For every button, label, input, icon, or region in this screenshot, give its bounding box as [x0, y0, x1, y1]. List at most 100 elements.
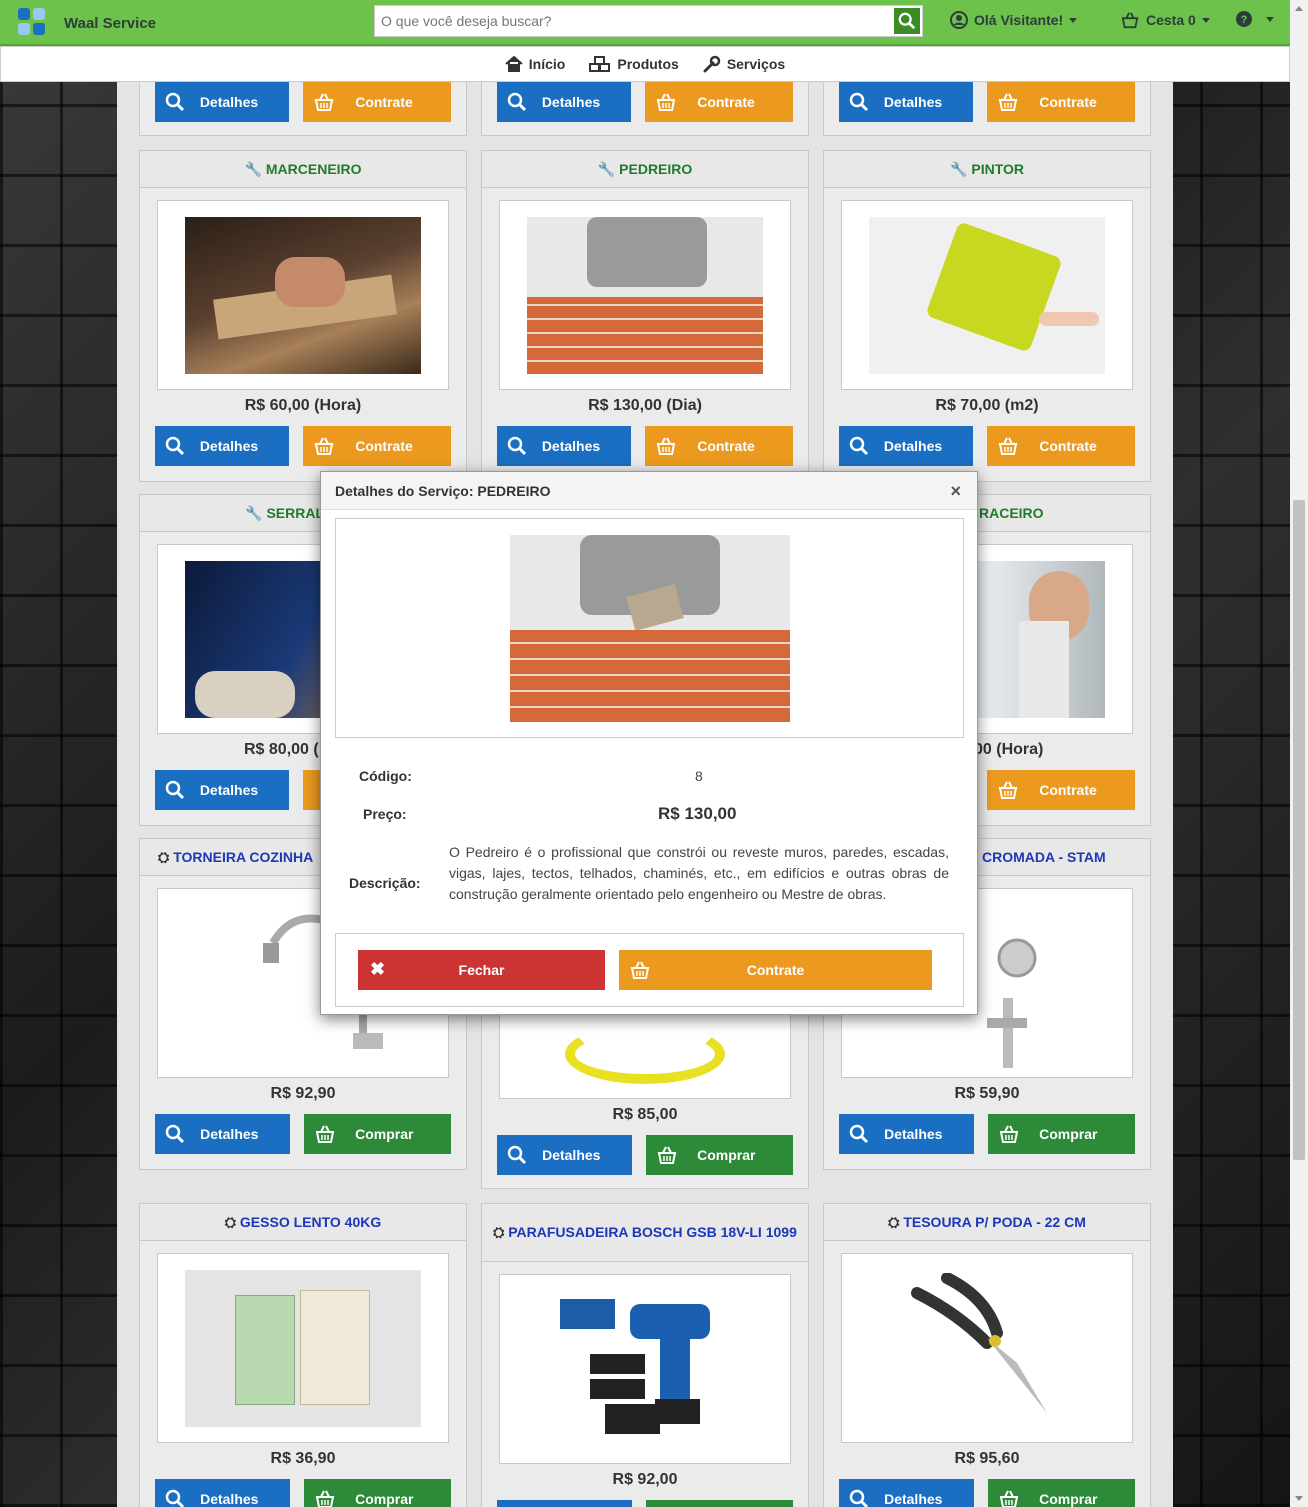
basket-icon: [314, 1124, 336, 1147]
service-card-pedreiro: 🔧 PEDREIRO R$ 130,00 (Dia) Detalhes Contr…: [481, 150, 809, 482]
wrench-icon: 🔧: [244, 160, 262, 177]
menu-products[interactable]: Produtos: [589, 56, 679, 72]
price: R$ 70,00 (m2): [935, 397, 1039, 414]
service-details-modal: Detalhes do Serviço: PEDREIRO × Código: …: [320, 471, 978, 1015]
search-box: [374, 5, 923, 37]
details-button[interactable]: Detalhes: [155, 1479, 290, 1507]
details-button[interactable]: Detalhes: [155, 1114, 290, 1154]
search-button[interactable]: [894, 8, 920, 34]
details-button[interactable]: Detalhes: [839, 1479, 974, 1507]
buy-button[interactable]: Comprar: [303, 1114, 451, 1154]
price-value: R$ 130,00: [658, 804, 737, 823]
details-button[interactable]: Detalhes: [497, 426, 631, 466]
service-image[interactable]: [841, 200, 1133, 390]
buy-button[interactable]: Comprar: [987, 1479, 1135, 1507]
brand[interactable]: Waal Service: [18, 8, 156, 38]
menu-services[interactable]: Serviços: [703, 55, 785, 73]
card-title[interactable]: 🔧 MARCENEIRO: [140, 151, 466, 188]
hire-button[interactable]: Contrate: [303, 426, 451, 466]
search-icon: [165, 436, 185, 459]
user-circle-icon: [950, 11, 968, 29]
details-button[interactable]: Detalhes: [155, 426, 289, 466]
basket-icon: [656, 1145, 678, 1168]
details-button[interactable]: Detalhes: [155, 770, 289, 810]
details-button[interactable]: Detalhes: [839, 82, 973, 122]
product-image[interactable]: [157, 1253, 449, 1443]
chevron-down-icon: [1201, 17, 1210, 23]
main-menu: Início Produtos Serviços: [0, 46, 1290, 82]
buy-button[interactable]: Comprar: [303, 1479, 451, 1507]
close-button[interactable]: ✖ Fechar: [358, 950, 605, 990]
chevron-down-icon: [1069, 17, 1078, 23]
hire-button[interactable]: Contrate: [645, 82, 793, 122]
details-button[interactable]: Detalhes: [497, 82, 631, 122]
search-icon: [507, 92, 527, 115]
question-circle-icon: ?: [1236, 11, 1252, 27]
scroll-up-arrow-icon[interactable]: [1295, 6, 1303, 11]
product-card-tesoura: ⛭ TESOURA P/ PODA - 22 CM R$ 95,60 Detalh…: [823, 1203, 1151, 1507]
scroll-down-arrow-icon[interactable]: [1295, 1496, 1303, 1501]
basket-icon: [629, 960, 651, 983]
user-menu[interactable]: Olá Visitante!: [950, 11, 1078, 29]
hire-button[interactable]: Contrate: [645, 426, 793, 466]
product-image[interactable]: [841, 1253, 1133, 1443]
hire-button[interactable]: Contrate: [619, 950, 932, 990]
basket-icon: [314, 1489, 336, 1507]
modal-footer: ✖ Fechar Contrate: [335, 933, 964, 1007]
cart-menu[interactable]: Cesta 0: [1120, 11, 1210, 29]
times-icon: ✖: [370, 959, 386, 979]
card-title[interactable]: 🔧 PINTOR: [824, 151, 1150, 188]
basket-icon: [313, 92, 335, 115]
modal-image-box: [335, 518, 964, 738]
pruner-image: [911, 1273, 1047, 1413]
menu-home[interactable]: Início: [505, 56, 565, 72]
scrollbar[interactable]: [1290, 0, 1308, 1507]
top-navbar: Waal Service Olá Visitante! Cesta 0 ?: [0, 0, 1290, 46]
service-card-marceneiro: 🔧 MARCENEIRO R$ 60,00 (Hora) Detalhes Con…: [139, 150, 467, 482]
search-icon: [898, 12, 916, 30]
buy-button[interactable]: [645, 1500, 793, 1507]
details-button[interactable]: Detalhes: [839, 1114, 974, 1154]
price: R$ 36,90: [270, 1450, 336, 1467]
hire-button[interactable]: Contrate: [987, 82, 1135, 122]
search-input[interactable]: [375, 6, 890, 36]
card-title[interactable]: ⛭ TESOURA P/ PODA - 22 CM: [824, 1204, 1150, 1241]
scroll-thumb[interactable]: [1293, 500, 1305, 1160]
code-value: 8: [695, 768, 703, 784]
card-title[interactable]: 🔧 PEDREIRO: [482, 151, 808, 188]
card-title[interactable]: ⛭ PARAFUSADEIRA BOSCH GSB 18V-LI 1099: [482, 1204, 808, 1262]
details-button[interactable]: [497, 1500, 632, 1507]
search-icon: [165, 1124, 185, 1147]
wrench-icon: [703, 55, 721, 73]
buy-button[interactable]: Comprar: [645, 1135, 793, 1175]
code-label: Código:: [359, 768, 412, 784]
search-icon: [165, 1489, 185, 1507]
search-icon: [849, 436, 869, 459]
hire-button[interactable]: Contrate: [987, 770, 1135, 810]
basket-icon: [313, 436, 335, 459]
service-image[interactable]: [499, 200, 791, 390]
price: R$ 92,00: [612, 1471, 678, 1488]
hire-button[interactable]: Contrate: [987, 426, 1135, 466]
close-icon[interactable]: ×: [950, 481, 961, 502]
cubes-icon: ⛭: [888, 1213, 900, 1230]
product-image[interactable]: [499, 1274, 791, 1464]
details-button[interactable]: Detalhes: [155, 82, 289, 122]
card-title[interactable]: ⛭ GESSO LENTO 40KG: [140, 1204, 466, 1241]
buy-button[interactable]: Comprar: [987, 1114, 1135, 1154]
cubes-icon: ⛭: [224, 1213, 236, 1230]
basket-icon: [655, 92, 677, 115]
basket-icon: [997, 436, 1019, 459]
price: R$ 85,00: [612, 1106, 678, 1123]
pedreiro-image: [509, 534, 790, 722]
search-icon: [849, 92, 869, 115]
price: R$ 59,90: [954, 1085, 1020, 1102]
details-button[interactable]: Detalhes: [497, 1135, 632, 1175]
modal-title: Detalhes do Serviço: PEDREIRO: [335, 483, 551, 499]
help-menu[interactable]: ?: [1236, 11, 1274, 27]
service-image[interactable]: [157, 200, 449, 390]
details-button[interactable]: Detalhes: [839, 426, 973, 466]
product-card-parafusadeira: ⛭ PARAFUSADEIRA BOSCH GSB 18V-LI 1099 R$…: [481, 1203, 809, 1507]
price: R$ 60,00 (Hora): [244, 397, 362, 414]
hire-button[interactable]: Contrate: [303, 82, 451, 122]
